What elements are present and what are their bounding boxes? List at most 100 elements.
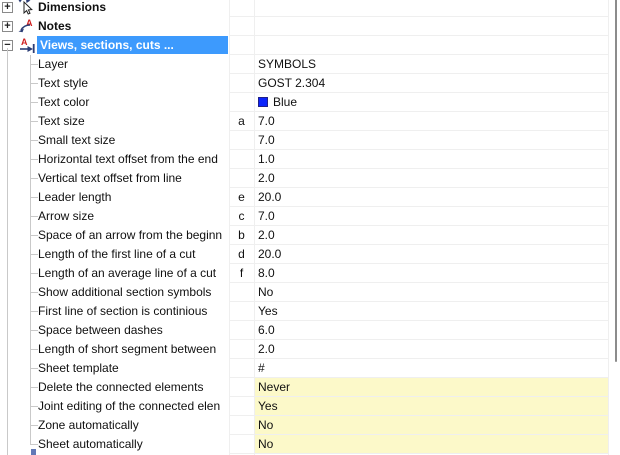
tree-rows: + Dimensions + A Notes xyxy=(0,0,620,454)
property-value[interactable]: No xyxy=(254,283,608,302)
property-row-small-text-size[interactable]: Small text size 7.0 xyxy=(0,131,620,150)
letter-cell xyxy=(229,74,254,93)
property-value[interactable]: 2.0 xyxy=(254,340,608,359)
letter-cell xyxy=(229,397,254,416)
property-row-text-color[interactable]: Text color Blue xyxy=(0,93,620,112)
letter-cell: d xyxy=(229,245,254,264)
property-row-sheet-template[interactable]: Sheet template # xyxy=(0,359,620,378)
property-row-sheet-automatically[interactable]: Sheet automatically No xyxy=(0,435,620,454)
property-value[interactable]: 7.0 xyxy=(254,131,608,150)
next-group-icon-partial xyxy=(31,449,36,455)
property-label[interactable]: Text color xyxy=(0,93,229,112)
property-label[interactable]: Length of the first line of a cut xyxy=(0,245,229,264)
property-row-layer[interactable]: Layer SYMBOLS xyxy=(0,55,620,74)
property-value[interactable]: 7.0 xyxy=(254,112,608,131)
property-value[interactable]: GOST 2.304 xyxy=(254,74,608,93)
letter-cell xyxy=(229,150,254,169)
property-value[interactable]: No xyxy=(254,435,608,454)
svg-text:A: A xyxy=(21,37,28,47)
property-label[interactable]: Space between dashes xyxy=(0,321,229,340)
property-row-first-line-length[interactable]: Length of the first line of a cut d 20.0 xyxy=(0,245,620,264)
property-label[interactable]: Leader length xyxy=(0,188,229,207)
property-value[interactable]: 20.0 xyxy=(254,245,608,264)
property-row-short-segment-length[interactable]: Length of short segment between 2.0 xyxy=(0,340,620,359)
expand-icon[interactable]: + xyxy=(2,21,13,32)
tree-group-label-cell: − A Views, sections, cuts ... xyxy=(0,36,229,55)
tree-child-line xyxy=(30,55,31,444)
property-value[interactable]: 2.0 xyxy=(254,226,608,245)
property-value[interactable]: 8.0 xyxy=(254,264,608,283)
selection-highlight[interactable]: Views, sections, cuts ... xyxy=(37,36,228,54)
scrollbar-thumb[interactable] xyxy=(615,0,617,362)
property-label[interactable]: Delete the connected elements xyxy=(0,378,229,397)
svg-text:A: A xyxy=(26,18,33,28)
tree-group-notes[interactable]: + A Notes xyxy=(0,17,620,36)
tree-group-label-cell: + A Notes xyxy=(0,17,229,36)
property-value[interactable]: Yes xyxy=(254,302,608,321)
property-label[interactable]: Horizontal text offset from the end xyxy=(0,150,229,169)
property-value[interactable]: Yes xyxy=(254,397,608,416)
property-value[interactable]: 20.0 xyxy=(254,188,608,207)
property-label[interactable]: Text style xyxy=(0,74,229,93)
property-value[interactable]: 6.0 xyxy=(254,321,608,340)
property-label[interactable]: Show additional section symbols xyxy=(0,283,229,302)
property-value[interactable]: 2.0 xyxy=(254,169,608,188)
property-value[interactable]: 7.0 xyxy=(254,207,608,226)
property-label[interactable]: Length of an average line of a cut xyxy=(0,264,229,283)
property-row-text-size[interactable]: Text size a 7.0 xyxy=(0,112,620,131)
property-value[interactable]: No xyxy=(254,416,608,435)
letter-cell: f xyxy=(229,264,254,283)
property-label[interactable]: Vertical text offset from line xyxy=(0,169,229,188)
property-label[interactable]: Joint editing of the connected elen xyxy=(0,397,229,416)
property-row-leader-length[interactable]: Leader length e 20.0 xyxy=(0,188,620,207)
property-row-text-style[interactable]: Text style GOST 2.304 xyxy=(0,74,620,93)
property-value[interactable]: # xyxy=(254,359,608,378)
property-row-vertical-text-offset[interactable]: Vertical text offset from line 2.0 xyxy=(0,169,620,188)
value-cell xyxy=(254,0,608,17)
property-label[interactable]: Zone automatically xyxy=(0,416,229,435)
property-row-arrow-size[interactable]: Arrow size c 7.0 xyxy=(0,207,620,226)
dimensions-icon xyxy=(18,0,36,15)
letter-cell xyxy=(229,340,254,359)
property-label[interactable]: Text size xyxy=(0,112,229,131)
tree-group-views-sections-cuts[interactable]: − A Views, sections, cuts ... xyxy=(0,36,620,55)
letter-cell xyxy=(229,169,254,188)
property-row-zone-automatically[interactable]: Zone automatically No xyxy=(0,416,620,435)
property-label[interactable]: Layer xyxy=(0,55,229,74)
property-label[interactable]: Arrow size xyxy=(0,207,229,226)
letter-cell xyxy=(229,36,254,55)
property-label[interactable]: Sheet template xyxy=(0,359,229,378)
property-label[interactable]: First line of section is continious xyxy=(0,302,229,321)
property-row-first-line-continuous[interactable]: First line of section is continious Yes xyxy=(0,302,620,321)
property-row-space-between-dashes[interactable]: Space between dashes 6.0 xyxy=(0,321,620,340)
property-row-horizontal-text-offset[interactable]: Horizontal text offset from the end 1.0 xyxy=(0,150,620,169)
property-row-delete-connected[interactable]: Delete the connected elements Never xyxy=(0,378,620,397)
property-row-average-line-length[interactable]: Length of an average line of a cut f 8.0 xyxy=(0,264,620,283)
expand-icon[interactable]: + xyxy=(2,2,13,13)
letter-cell xyxy=(229,0,254,17)
notes-leader-icon: A xyxy=(18,18,36,34)
property-value[interactable]: SYMBOLS xyxy=(254,55,608,74)
property-row-show-additional-symbols[interactable]: Show additional section symbols No xyxy=(0,283,620,302)
grid-line-label-letter xyxy=(229,0,230,455)
properties-panel: + Dimensions + A Notes xyxy=(0,0,620,455)
color-swatch-blue xyxy=(258,97,268,107)
tree-group-label: Notes xyxy=(38,17,71,36)
property-value[interactable]: 1.0 xyxy=(254,150,608,169)
property-value[interactable]: Never xyxy=(254,378,608,397)
property-value[interactable]: Blue xyxy=(254,93,608,112)
property-label[interactable]: Small text size xyxy=(0,131,229,150)
tree-group-dimensions[interactable]: + Dimensions xyxy=(0,0,620,17)
letter-cell xyxy=(229,321,254,340)
property-row-arrow-space[interactable]: Space of an arrow from the beginn b 2.0 xyxy=(0,226,620,245)
property-label[interactable]: Space of an arrow from the beginn xyxy=(0,226,229,245)
letter-cell: c xyxy=(229,207,254,226)
property-row-joint-editing[interactable]: Joint editing of the connected elen Yes xyxy=(0,397,620,416)
letter-cell: a xyxy=(229,112,254,131)
property-label[interactable]: Length of short segment between xyxy=(0,340,229,359)
letter-cell xyxy=(229,378,254,397)
value-cell xyxy=(254,36,608,55)
tree-root-line xyxy=(7,48,8,455)
letter-cell xyxy=(229,416,254,435)
tree-group-label: Dimensions xyxy=(38,0,106,17)
